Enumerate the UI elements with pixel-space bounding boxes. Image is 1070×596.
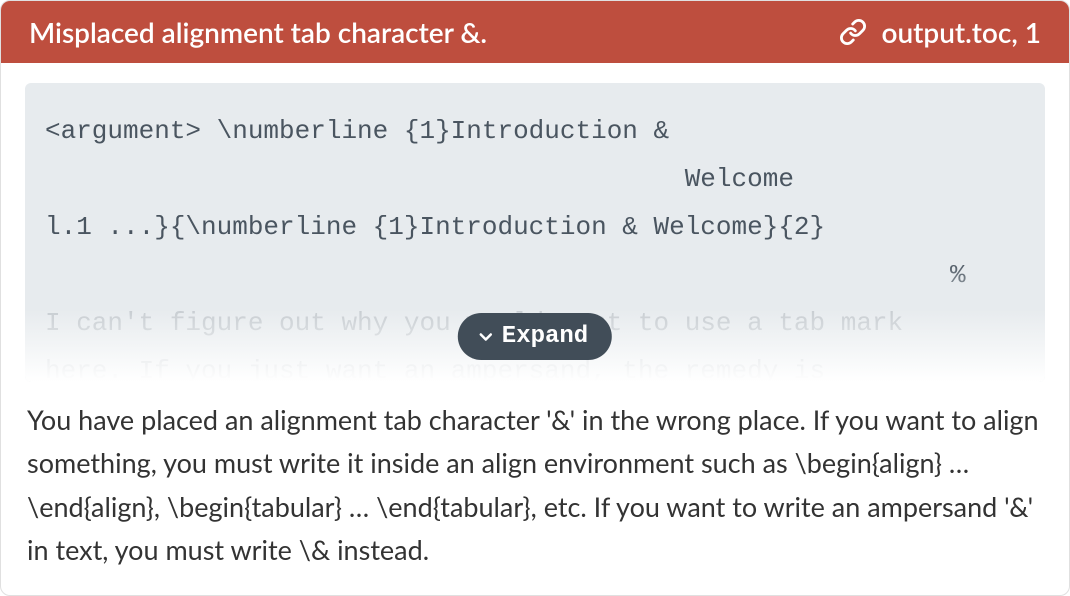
link-icon (839, 18, 867, 46)
expand-button[interactable]: Expand (458, 313, 612, 360)
expand-label: Expand (502, 323, 588, 350)
code-line: Welcome (45, 155, 1025, 203)
code-line: <argument> \numberline {1}Introduction & (45, 107, 1025, 155)
error-title: Misplaced alignment tab character &. (29, 15, 839, 49)
error-panel: Misplaced alignment tab character &. out… (0, 0, 1070, 596)
chevron-down-icon (476, 327, 496, 347)
error-location[interactable]: output.toc, 1 (839, 15, 1041, 49)
code-snippet: <argument> \numberline {1}Introduction &… (25, 83, 1045, 382)
error-header: Misplaced alignment tab character &. out… (1, 1, 1069, 63)
error-explanation: You have placed an alignment tab charact… (1, 382, 1069, 595)
code-line: % (45, 251, 1025, 299)
error-location-text: output.toc, 1 (881, 15, 1041, 49)
code-line: l.1 ...}{\numberline {1}Introduction & W… (45, 203, 1025, 251)
